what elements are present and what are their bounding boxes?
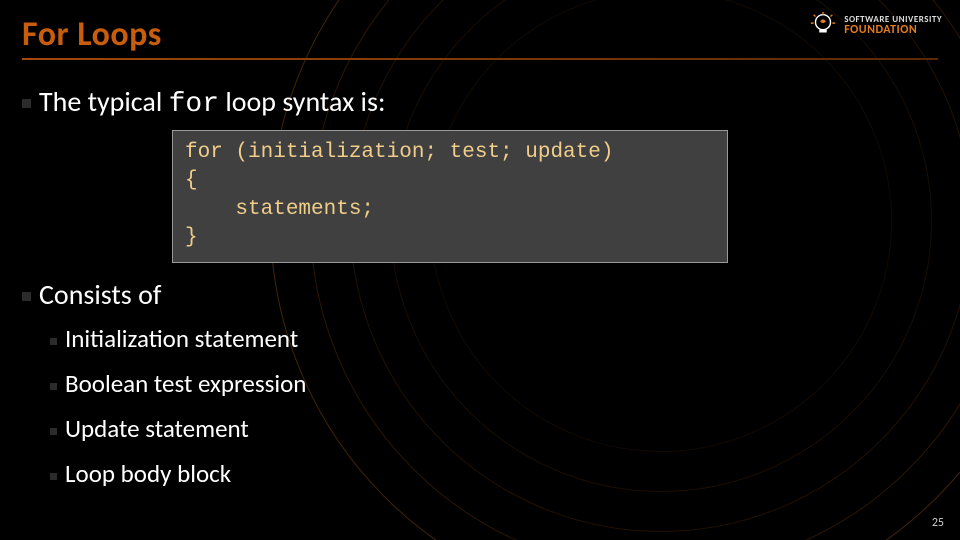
square-bullet-icon xyxy=(50,383,57,390)
square-bullet-icon xyxy=(22,99,31,108)
intro-text-pre: The typical xyxy=(39,84,169,119)
sub-bullet-text: Initialization statement xyxy=(65,323,298,354)
sub-bullet-text: Loop body block xyxy=(65,458,231,489)
bullet-intro: The typical for loop syntax is: xyxy=(22,84,938,120)
sub-bullet: Loop body block xyxy=(50,455,938,494)
intro-code-word: for xyxy=(169,89,219,120)
slide-title: For Loops xyxy=(22,14,162,55)
intro-text-post: loop syntax is: xyxy=(219,84,385,119)
consists-text: Consists of xyxy=(39,277,161,312)
logo-text-line2: FOUNDATION xyxy=(844,24,942,36)
square-bullet-icon xyxy=(22,292,31,301)
square-bullet-icon xyxy=(50,428,57,435)
sub-bullet: Update statement xyxy=(50,410,938,449)
square-bullet-icon xyxy=(50,338,57,345)
sub-bullet-text: Update statement xyxy=(65,413,249,444)
sub-bullet-text: Boolean test expression xyxy=(65,368,306,399)
title-underline xyxy=(22,58,938,60)
lightbulb-icon xyxy=(808,10,838,40)
code-block: for (initialization; test; update) { sta… xyxy=(172,130,728,263)
bullet-consists: Consists of xyxy=(22,277,938,312)
square-bullet-icon xyxy=(50,473,57,480)
page-number: 25 xyxy=(932,516,944,530)
sub-bullet: Boolean test expression xyxy=(50,365,938,404)
sub-bullet: Initialization statement xyxy=(50,320,938,359)
logo: SOFTWARE UNIVERSITY FOUNDATION xyxy=(808,10,942,40)
slide-content: The typical for loop syntax is: for (ini… xyxy=(22,78,938,499)
